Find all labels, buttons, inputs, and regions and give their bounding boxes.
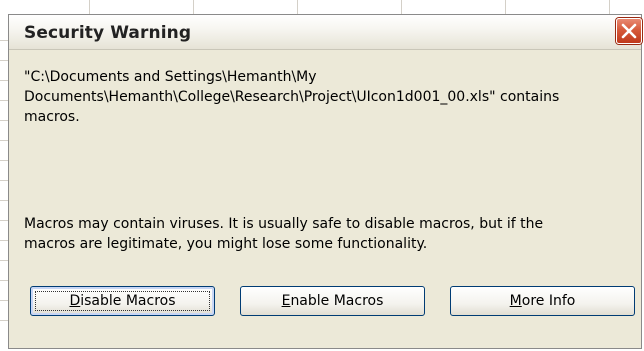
dialog-title: Security Warning	[24, 23, 192, 43]
virus-warning-text: Macros may contain viruses. It is usuall…	[24, 214, 624, 254]
security-warning-dialog: Security Warning "C:\Documents and Setti…	[8, 14, 642, 349]
warning-line: Macros may contain viruses. It is usuall…	[24, 216, 544, 232]
more-info-label: ore Info	[521, 293, 576, 309]
grid-line	[401, 0, 402, 14]
message-line: macros.	[24, 109, 80, 125]
disable-macros-label: isable Macros	[80, 293, 176, 309]
message-line: "C:\Documents and Settings\Hemanth\My	[24, 69, 317, 85]
grid-line	[0, 260, 8, 261]
grid-line	[89, 0, 90, 14]
grid-line	[0, 300, 8, 301]
grid-line	[0, 100, 8, 101]
grid-line	[0, 40, 8, 41]
macro-file-message: "C:\Documents and Settings\Hemanth\My Do…	[24, 67, 624, 127]
grid-line	[0, 60, 8, 61]
grid-line	[0, 200, 8, 201]
dialog-titlebar[interactable]: Security Warning	[9, 15, 642, 50]
grid-line	[297, 0, 298, 14]
grid-line	[0, 80, 8, 81]
more-info-button[interactable]: More Info	[450, 286, 635, 316]
grid-line	[0, 180, 8, 181]
warning-line: macros are legitimate, you might lose so…	[24, 236, 428, 252]
message-line: Documents\Hemanth\College\Research\Proje…	[24, 89, 560, 105]
grid-line	[0, 160, 8, 161]
enable-macros-button[interactable]: Enable Macros	[240, 286, 425, 316]
grid-line	[0, 120, 8, 121]
enable-macros-label: nable Macros	[290, 293, 384, 309]
more-info-accel: M	[509, 293, 522, 309]
grid-line	[505, 0, 506, 14]
close-icon	[621, 23, 637, 39]
disable-macros-accel: D	[69, 293, 81, 309]
grid-line	[0, 320, 8, 321]
grid-line	[609, 0, 610, 14]
grid-line	[0, 220, 8, 221]
disable-macros-button[interactable]: Disable Macros	[30, 286, 215, 316]
close-button[interactable]	[616, 18, 642, 44]
grid-line	[193, 0, 194, 14]
grid-line	[0, 240, 8, 241]
grid-line	[0, 280, 8, 281]
grid-line	[0, 140, 8, 141]
